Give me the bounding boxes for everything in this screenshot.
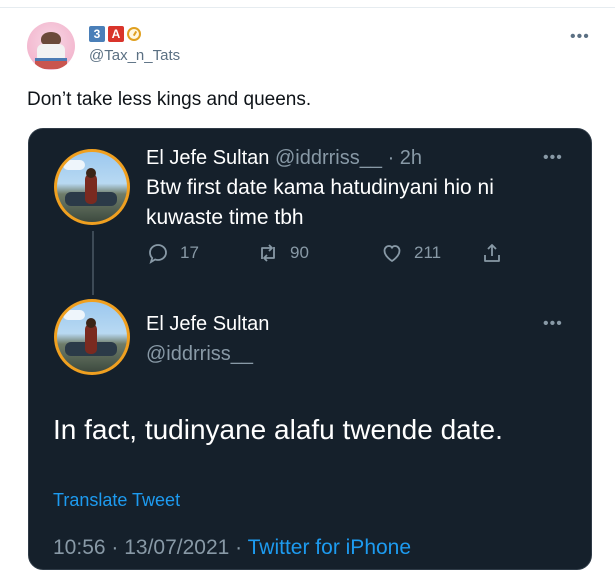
timestamp[interactable]: 10:56 · 13/07/2021 · <box>53 536 242 559</box>
reply-count: 17 <box>180 243 199 262</box>
retweet-button[interactable]: 90 <box>256 241 380 265</box>
tweet-text: Don’t take less kings and queens. <box>27 89 312 110</box>
avatar[interactable] <box>27 22 75 70</box>
retweet-count: 90 <box>290 243 309 262</box>
more-options-icon[interactable]: ••• <box>570 28 590 46</box>
avatar[interactable] <box>54 149 130 225</box>
avatar-cloud <box>63 310 85 320</box>
user-handle[interactable]: @iddrriss__ <box>146 343 253 366</box>
share-button[interactable] <box>480 241 504 265</box>
reply-text-line: kuwaste time tbh <box>146 206 304 229</box>
heart-icon <box>383 245 401 263</box>
thread-connector <box>92 231 94 295</box>
tweet-actions: 17 90 211 <box>146 241 504 265</box>
reply-text: Btw first date kama hatudinyani hio ni k… <box>146 173 494 233</box>
display-name[interactable]: El Jefe Sultan <box>146 147 269 169</box>
user-handle[interactable]: @Tax_n_Tats <box>89 47 180 64</box>
avatar-cloud <box>63 160 85 170</box>
avatar-books <box>35 58 67 69</box>
reply-icon <box>149 244 167 264</box>
avatar-head <box>86 168 96 178</box>
avatar-person <box>85 174 97 204</box>
more-options-icon[interactable]: ••• <box>543 315 563 333</box>
main-tweet-text: In fact, tudinyane alafu twende date. <box>53 414 503 445</box>
avatar-head <box>86 318 96 328</box>
tweet-time[interactable]: · 2h <box>388 147 422 169</box>
display-name-emojis[interactable]: 3 A <box>89 26 141 42</box>
quoted-tweet-card[interactable]: El Jefe Sultan @iddrriss__ · 2h ••• Btw … <box>28 128 592 570</box>
share-icon <box>484 244 500 262</box>
avatar-photo <box>57 152 127 222</box>
more-options-icon[interactable]: ••• <box>543 149 563 167</box>
tweet-metadata: 10:56 · 13/07/2021 · Twitter for iPhone <box>53 536 411 560</box>
a-button-icon: A <box>108 26 124 42</box>
avatar[interactable] <box>54 299 130 375</box>
retweet-icon <box>261 244 275 262</box>
tweet-source[interactable]: Twitter for iPhone <box>248 536 411 559</box>
display-name[interactable]: El Jefe Sultan <box>146 313 269 336</box>
tweet-container: 3 A @Tax_n_Tats ••• Don’t take less king… <box>0 0 615 570</box>
like-count: 211 <box>414 243 442 262</box>
clock-icon <box>127 27 141 41</box>
reply-text-line: Btw first date kama hatudinyani hio ni <box>146 176 494 199</box>
divider <box>0 7 615 8</box>
avatar-person <box>85 324 97 354</box>
user-name-line[interactable]: El Jefe Sultan @iddrriss__ · 2h <box>146 147 422 170</box>
like-button[interactable]: 211 <box>380 241 480 265</box>
translate-tweet-link[interactable]: Translate Tweet <box>53 490 180 511</box>
keycap-3-icon: 3 <box>89 26 105 42</box>
avatar-photo <box>57 302 127 372</box>
reply-button[interactable]: 17 <box>146 241 256 265</box>
user-handle[interactable]: @iddrriss__ <box>275 147 382 169</box>
